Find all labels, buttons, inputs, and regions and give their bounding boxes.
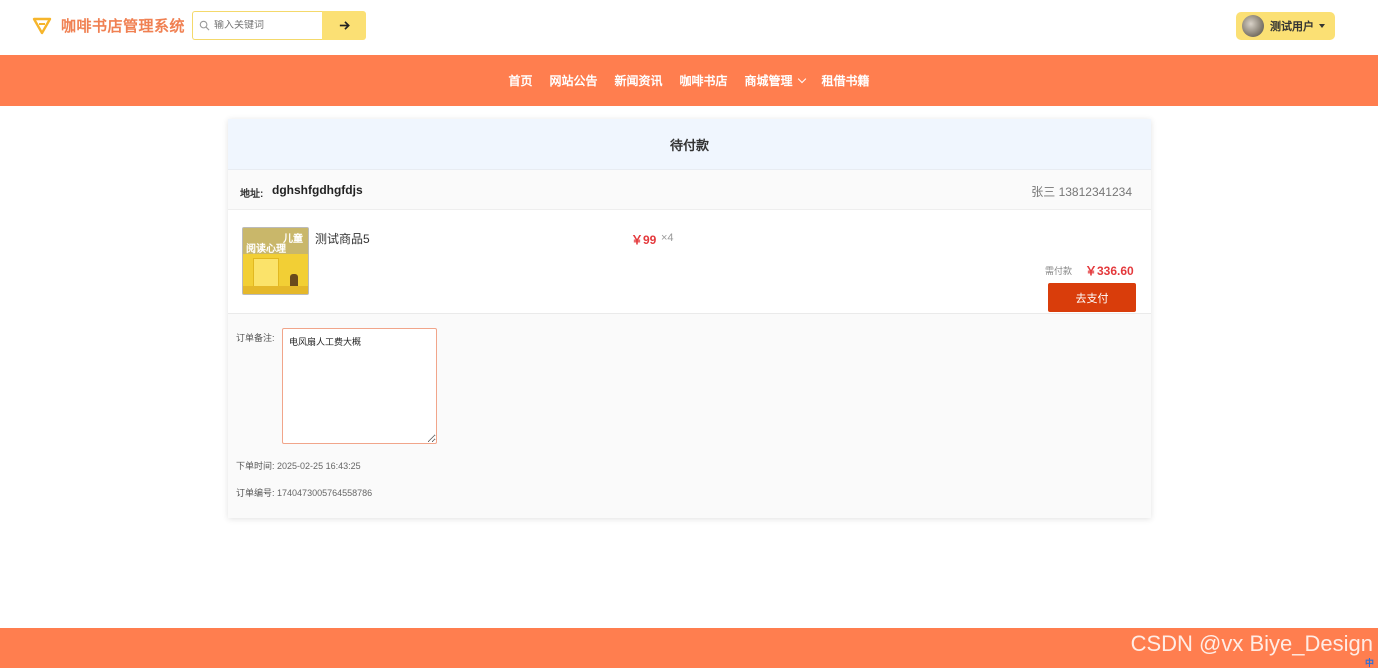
paper-plane-icon — [32, 16, 52, 36]
order-time: 下单时间: 2025-02-25 16:43:25 — [236, 459, 361, 472]
order-time-value: 2025-02-25 16:43:25 — [277, 461, 361, 471]
remark-textarea[interactable]: 电风扇人工费大概 — [282, 328, 437, 444]
watermark: CSDN @vx Biye_Design — [1131, 631, 1373, 657]
order-status-title: 待付款 — [670, 135, 709, 154]
nav-item-news[interactable]: 新闻资讯 — [614, 72, 662, 89]
pay-label: 需付款 — [1045, 264, 1072, 277]
product-price: ￥99 — [631, 231, 656, 248]
nav-label: 新闻资讯 — [614, 72, 662, 89]
nav-item-announcements[interactable]: 网站公告 — [549, 72, 597, 89]
pay-button[interactable]: 去支付 — [1048, 283, 1136, 312]
order-card: 待付款 地址: dghshfgdhgfdjs 张三 13812341234 儿童… — [228, 119, 1151, 518]
order-number: 订单编号: 1740473005764558786 — [236, 486, 372, 499]
book-cover-title-line1: 儿童 — [283, 230, 303, 245]
order-number-label: 订单编号: — [236, 488, 275, 498]
search-icon — [199, 20, 210, 31]
logo[interactable]: 咖啡书店管理系统 — [32, 15, 185, 36]
goods-row: 儿童 阅读心理 测试商品5 ￥99 ×4 需付款 ￥336.60 去支付 — [228, 210, 1151, 314]
nav-item-mall-management[interactable]: 商城管理 — [745, 72, 805, 89]
nav-label: 租借书籍 — [822, 72, 870, 89]
contact-info: 张三 13812341234 — [1031, 183, 1132, 200]
address-value: dghshfgdhgfdjs — [272, 183, 363, 197]
user-menu[interactable]: 测试用户 — [1236, 12, 1335, 40]
remark-label: 订单备注: — [236, 331, 275, 344]
product-quantity: ×4 — [661, 232, 674, 244]
chevron-down-icon — [797, 74, 805, 82]
top-header: 咖啡书店管理系统 测试用户 — [0, 0, 1378, 55]
product-image[interactable]: 儿童 阅读心理 — [242, 227, 309, 295]
nav-label: 咖啡书店 — [680, 72, 728, 89]
search-button[interactable] — [322, 11, 366, 40]
app-title: 咖啡书店管理系统 — [61, 15, 185, 36]
ime-tray: 中 — [1361, 656, 1378, 668]
product-name[interactable]: 测试商品5 — [315, 230, 370, 247]
search-input[interactable] — [214, 20, 314, 31]
book-cover-figure — [290, 274, 298, 286]
nav-item-rent-books[interactable]: 租借书籍 — [822, 72, 870, 89]
user-name: 测试用户 — [1270, 18, 1314, 34]
order-number-value: 1740473005764558786 — [277, 488, 372, 498]
nav-label: 首页 — [508, 72, 532, 89]
address-row: 地址: dghshfgdhgfdjs 张三 13812341234 — [228, 170, 1151, 210]
avatar — [1242, 15, 1264, 37]
nav-label: 商城管理 — [745, 72, 793, 89]
nav-item-coffee-bookstore[interactable]: 咖啡书店 — [680, 72, 728, 89]
book-cover-base — [243, 286, 308, 294]
main-nav: 首页 网站公告 新闻资讯 咖啡书店 商城管理 租借书籍 — [0, 55, 1378, 106]
arrow-right-icon — [338, 19, 351, 32]
book-cover-title-line2: 阅读心理 — [246, 240, 286, 255]
caret-down-icon — [1319, 24, 1325, 28]
address-label: 地址: — [240, 185, 263, 200]
order-status-header: 待付款 — [228, 119, 1151, 170]
ime-indicator[interactable]: 中 — [1365, 656, 1374, 669]
order-time-label: 下单时间: — [236, 461, 275, 471]
pay-amount: ￥336.60 — [1085, 262, 1134, 279]
nav-item-home[interactable]: 首页 — [508, 72, 532, 89]
search-box — [192, 11, 323, 40]
nav-label: 网站公告 — [549, 72, 597, 89]
